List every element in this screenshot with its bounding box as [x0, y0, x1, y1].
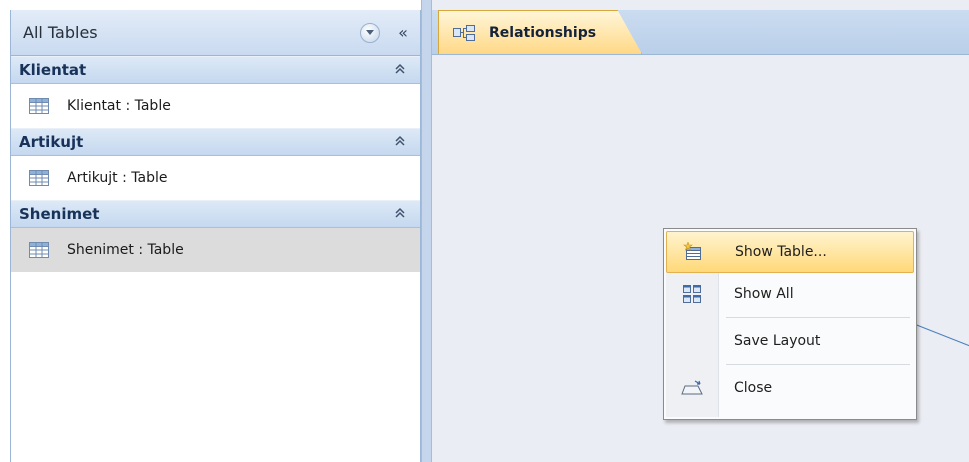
document-tab-strip: Relationships [432, 10, 969, 55]
pane-splitter[interactable] [421, 0, 432, 462]
collapse-pane-button[interactable]: « [390, 23, 416, 42]
nav-pane-title: All Tables [23, 23, 98, 42]
group-title: Shenimet [19, 205, 100, 223]
menu-separator [726, 317, 910, 318]
menu-item-label: Show Table... [735, 244, 827, 260]
table-icon [29, 98, 49, 114]
group-title: Artikujt [19, 133, 84, 151]
table-item-label: Shenimet : Table [67, 242, 184, 258]
menu-item-show-table[interactable]: Show Table... [666, 231, 914, 273]
table-icon [29, 242, 49, 258]
group-title: Klientat [19, 61, 87, 79]
table-item-shenimet[interactable]: Shenimet : Table [11, 228, 420, 272]
group-header-artikujt[interactable]: Artikujt [11, 128, 420, 156]
table-icon [29, 170, 49, 186]
navigation-pane: All Tables « Klientat Klientat : Table A… [10, 10, 421, 462]
close-icon [666, 380, 718, 396]
tab-label: Relationships [489, 24, 597, 41]
group-header-shenimet[interactable]: Shenimet [11, 200, 420, 228]
menu-item-label: Close [734, 380, 773, 396]
menu-item-save-layout[interactable]: Save Layout [666, 320, 914, 362]
chevron-up-double-icon [380, 207, 420, 222]
show-all-icon [666, 284, 718, 304]
tab-relationships[interactable]: Relationships [438, 10, 642, 54]
menu-separator [726, 364, 910, 365]
table-item-artikujt[interactable]: Artikujt : Table [11, 156, 420, 200]
group-header-klientat[interactable]: Klientat [11, 56, 420, 84]
context-menu: Show Table... Show All Save Layout Close [663, 228, 917, 420]
table-item-klientat[interactable]: Klientat : Table [11, 84, 420, 128]
menu-item-show-all[interactable]: Show All [666, 273, 914, 315]
chevron-up-double-icon [380, 135, 420, 150]
menu-item-close[interactable]: Close [666, 367, 914, 409]
show-table-icon [667, 242, 719, 262]
nav-pane-header[interactable]: All Tables « [11, 10, 420, 56]
chevron-up-double-icon [380, 63, 420, 78]
table-item-label: Artikujt : Table [67, 170, 168, 186]
menu-item-label: Show All [734, 286, 794, 302]
chevron-down-icon[interactable] [360, 22, 380, 43]
table-item-label: Klientat : Table [67, 98, 171, 114]
menu-item-label: Save Layout [734, 333, 821, 349]
relationships-icon [453, 24, 475, 41]
